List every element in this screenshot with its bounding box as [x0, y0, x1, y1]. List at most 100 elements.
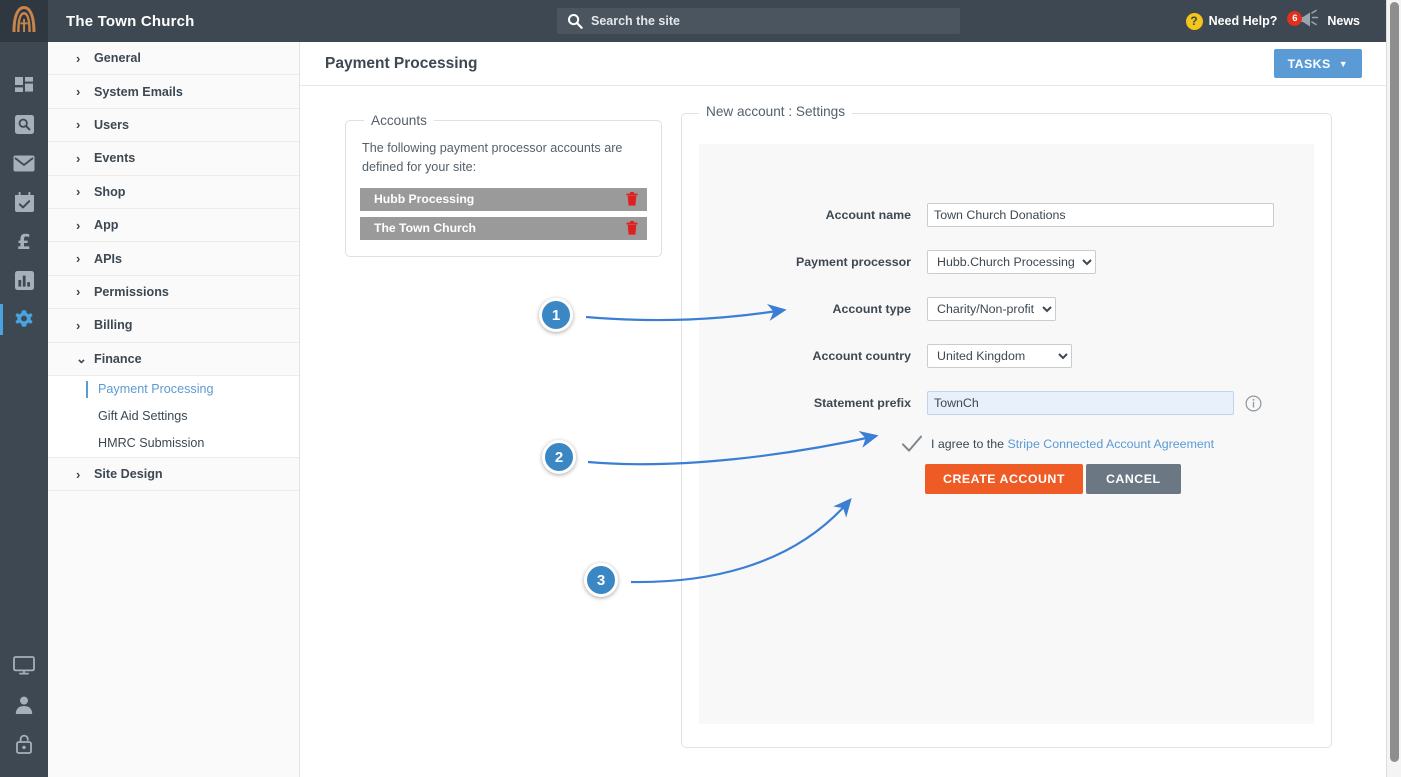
- trash-icon[interactable]: [626, 221, 638, 235]
- field-row-statement-prefix: Statement prefix: [699, 391, 1314, 415]
- sidebar-item-label: Permissions: [94, 284, 169, 299]
- sidebar-item-shop[interactable]: › Shop: [48, 175, 299, 209]
- sidebar-item-app[interactable]: › App: [48, 208, 299, 243]
- sidebar-subitem-label: HMRC Submission: [98, 436, 205, 451]
- monitor-icon[interactable]: [0, 646, 48, 685]
- user-icon[interactable]: [0, 685, 48, 724]
- news-icon-wrap: 6: [1287, 9, 1321, 34]
- sidebar-item-users[interactable]: › Users: [48, 108, 299, 143]
- need-help-button[interactable]: ? Need Help?: [1185, 12, 1277, 30]
- agreement-text-prefix: I agree to the: [931, 437, 1008, 451]
- envelope-icon[interactable]: [0, 144, 48, 183]
- sidebar-item-site-design[interactable]: › Site Design: [48, 457, 299, 492]
- field-row-account-type: Account type Charity/Non-profit: [699, 297, 1314, 321]
- field-row-account-country: Account country United Kingdom: [699, 344, 1314, 368]
- account-name-label: Account name: [825, 208, 911, 222]
- chevron-right-icon: ›: [76, 284, 81, 300]
- sidebar-subitem-label: Gift Aid Settings: [98, 409, 188, 424]
- sidebar-item-billing[interactable]: › Billing: [48, 309, 299, 343]
- sidebar-item-events[interactable]: › Events: [48, 142, 299, 176]
- sidebar-item-label: Shop: [94, 184, 126, 199]
- accounts-panel-legend: Accounts: [371, 113, 427, 128]
- pound-sterling-icon[interactable]: £: [0, 222, 48, 261]
- sidebar-item-permissions[interactable]: › Permissions: [48, 275, 299, 310]
- sidebar-item-apis[interactable]: › APIs: [48, 242, 299, 276]
- rail-bottom-group: [0, 646, 48, 763]
- payment-processor-select[interactable]: Hubb.Church Processing: [927, 250, 1096, 274]
- finance-subnav: Payment Processing Gift Aid Settings HMR…: [48, 375, 299, 458]
- search-box[interactable]: Search the site: [557, 8, 960, 34]
- field-row-payment-processor: Payment processor Hubb.Church Processing: [699, 250, 1314, 274]
- sidebar-item-payment-processing[interactable]: Payment Processing: [48, 375, 299, 403]
- account-type-select[interactable]: Charity/Non-profit: [927, 297, 1056, 321]
- chevron-right-icon: ›: [76, 466, 81, 482]
- trash-icon[interactable]: [626, 192, 638, 206]
- page-scrollbar[interactable]: [1386, 0, 1401, 777]
- page-scrollbar-thumb[interactable]: [1390, 2, 1399, 762]
- top-bar: The Town Church Search the site ? Need H…: [0, 0, 1386, 42]
- info-circle-icon[interactable]: [1245, 394, 1262, 412]
- chevron-down-icon: ▼: [1338, 58, 1348, 69]
- statement-prefix-input[interactable]: [927, 391, 1234, 415]
- chevron-right-icon: ›: [76, 150, 81, 166]
- question-mark-icon: ?: [1185, 12, 1203, 30]
- tasks-button[interactable]: TASKS ▼: [1273, 49, 1362, 78]
- news-count-badge: 6: [1287, 10, 1303, 26]
- topbar-right-group: ? Need Help? 6 News: [1185, 0, 1360, 42]
- sidebar-item-label: Site Design: [94, 467, 163, 482]
- chevron-right-icon: ›: [76, 84, 81, 100]
- chevron-right-icon: ›: [76, 184, 81, 200]
- cancel-button[interactable]: CANCEL: [1085, 464, 1181, 494]
- agreement-row: I agree to the Stripe Connected Account …: [699, 434, 1314, 454]
- chevron-down-icon: ⌄: [76, 350, 87, 366]
- page-header: Payment Processing TASKS ▼: [300, 42, 1386, 86]
- field-row-account-name: Account name: [699, 203, 1314, 227]
- settings-panel-legend: New account : Settings: [699, 104, 853, 119]
- account-name-input[interactable]: [927, 203, 1274, 227]
- accounts-description: The following payment processor accounts…: [362, 141, 623, 174]
- sidebar-item-label: General: [94, 51, 141, 66]
- sidebar-item-hmrc-submission[interactable]: HMRC Submission: [48, 429, 299, 457]
- account-row-hubb-processing[interactable]: Hubb Processing: [360, 187, 647, 211]
- news-button[interactable]: 6 News: [1285, 9, 1360, 34]
- calendar-check-icon[interactable]: [0, 183, 48, 222]
- sidebar-item-system-emails[interactable]: › System Emails: [48, 75, 299, 109]
- account-country-label: Account country: [812, 349, 911, 363]
- dashboard-icon[interactable]: [0, 66, 48, 105]
- chevron-right-icon: ›: [76, 217, 81, 233]
- sidebar-item-label: Billing: [94, 318, 133, 333]
- chevron-right-icon: ›: [76, 117, 81, 133]
- stripe-agreement-link[interactable]: Stripe Connected Account Agreement: [1007, 437, 1214, 451]
- sidebar-item-gift-aid-settings[interactable]: Gift Aid Settings: [48, 402, 299, 430]
- payment-processor-label: Payment processor: [795, 255, 911, 269]
- settings-nav-sidebar: › General › System Emails › Users › Even…: [48, 42, 300, 777]
- chevron-right-icon: ›: [76, 50, 81, 66]
- page-title: Payment Processing: [325, 54, 478, 72]
- account-row-the-town-church[interactable]: The Town Church: [360, 216, 647, 240]
- chevron-right-icon: ›: [76, 251, 81, 267]
- sidebar-item-label: APIs: [94, 251, 122, 266]
- search-icon: [567, 13, 585, 29]
- account-name: The Town Church: [374, 221, 477, 236]
- chevron-right-icon: ›: [76, 317, 81, 333]
- agreement-text: I agree to the Stripe Connected Account …: [931, 437, 1214, 451]
- site-title: The Town Church: [66, 12, 195, 30]
- search-placeholder: Search the site: [591, 14, 680, 28]
- gear-icon[interactable]: [0, 300, 48, 339]
- accounts-panel: Accounts The following payment processor…: [345, 113, 662, 257]
- checkmark-icon[interactable]: [899, 434, 925, 454]
- search-box-icon[interactable]: [0, 105, 48, 144]
- sidebar-item-label: App: [94, 218, 119, 233]
- logo-container[interactable]: [0, 0, 48, 42]
- sidebar-subitem-label: Payment Processing: [98, 382, 214, 397]
- unlock-padlock-icon[interactable]: [0, 724, 48, 763]
- svg-text:£: £: [17, 231, 31, 253]
- icon-rail: £: [0, 42, 48, 777]
- account-country-select[interactable]: United Kingdom: [927, 344, 1072, 368]
- bar-chart-icon[interactable]: [0, 261, 48, 300]
- account-name: Hubb Processing: [374, 192, 475, 207]
- sidebar-item-finance[interactable]: ⌄ Finance: [48, 342, 299, 376]
- settings-form-area: Account name Payment processor Hubb.Chur…: [699, 144, 1314, 724]
- create-account-button[interactable]: CREATE ACCOUNT: [925, 464, 1083, 494]
- sidebar-item-general[interactable]: › General: [48, 42, 299, 76]
